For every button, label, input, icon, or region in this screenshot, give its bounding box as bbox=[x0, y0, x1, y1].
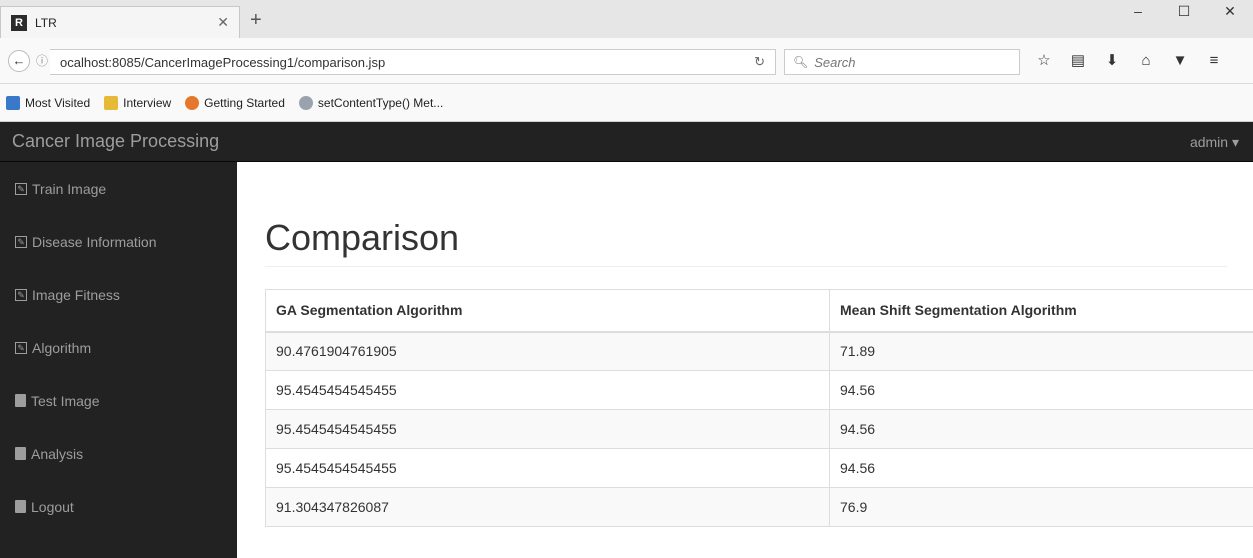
folder-icon bbox=[104, 95, 119, 110]
bookmark-label: Most Visited bbox=[25, 95, 91, 110]
ga-value-cell: 90.4761904761905 bbox=[265, 331, 830, 371]
close-tab-icon[interactable]: ✕ bbox=[217, 14, 229, 31]
sidebar-item-analysis[interactable]: Analysis bbox=[0, 427, 237, 480]
user-dropdown[interactable]: admin ▾ bbox=[1190, 134, 1239, 151]
sidebar-item-label: Disease Information bbox=[32, 233, 157, 250]
minimize-icon[interactable]: – bbox=[1115, 0, 1161, 22]
page-title: Comparison bbox=[265, 217, 460, 258]
ga-value-cell: 95.4545454545455 bbox=[265, 448, 830, 488]
reading-list-icon[interactable]: ▤ bbox=[1068, 50, 1088, 72]
bookmark-interview[interactable]: Interview bbox=[104, 95, 172, 110]
bookmark-star-icon[interactable]: ☆ bbox=[1034, 50, 1054, 72]
file-icon bbox=[15, 447, 26, 460]
browser-toolbar-icons: ☆ ▤ ⬇ ⌂ ▼ ≡ bbox=[1034, 50, 1224, 72]
address-bar[interactable]: ocalhost:8085/CancerImageProcessing1/com… bbox=[50, 49, 776, 75]
file-icon bbox=[15, 394, 26, 407]
maximize-icon[interactable]: ☐ bbox=[1161, 0, 1207, 22]
ga-value-cell: 95.4545454545455 bbox=[265, 409, 830, 449]
window-controls: – ☐ ✕ bbox=[1115, 0, 1253, 22]
table-row: 95.4545454545455 94.56 bbox=[265, 370, 1253, 410]
sidebar-item-train-image[interactable]: ✎ Train Image bbox=[0, 162, 237, 215]
bookmarks-bar: Most Visited Interview Getting Started s… bbox=[0, 84, 1253, 122]
browser-tab[interactable]: R LTR ✕ bbox=[0, 6, 240, 38]
firefox-icon bbox=[185, 95, 200, 110]
search-input[interactable] bbox=[814, 54, 1005, 70]
sidebar-item-logout[interactable]: Logout bbox=[0, 480, 237, 533]
title-divider bbox=[265, 266, 1227, 267]
bookmark-most-visited[interactable]: Most Visited bbox=[6, 95, 91, 110]
url-text: ocalhost:8085/CancerImageProcessing1/com… bbox=[60, 54, 386, 70]
mean-shift-value-cell: 76.9 bbox=[829, 487, 1253, 527]
bookmark-getting-started[interactable]: Getting Started bbox=[185, 95, 285, 110]
sidebar-item-image-fitness[interactable]: ✎ Image Fitness bbox=[0, 268, 237, 321]
brand-title[interactable]: Cancer Image Processing bbox=[12, 131, 219, 152]
mean-shift-value-cell: 94.56 bbox=[829, 448, 1253, 488]
site-info-icon[interactable]: ⓘ bbox=[36, 52, 48, 69]
menu-icon[interactable]: ≡ bbox=[1204, 50, 1224, 72]
pocket-icon[interactable]: ▼ bbox=[1170, 50, 1190, 72]
sidebar-item-label: Analysis bbox=[31, 445, 84, 462]
app-navbar: Cancer Image Processing admin ▾ bbox=[0, 122, 1253, 162]
sidebar: ✎ Train Image ✎ Disease Information ✎ Im… bbox=[0, 162, 237, 558]
search-box[interactable]: 🔍︎ bbox=[784, 49, 1020, 75]
edit-icon: ✎ bbox=[15, 288, 27, 301]
browser-toolbar: ← ⓘ ocalhost:8085/CancerImageProcessing1… bbox=[0, 38, 1253, 84]
sidebar-item-algorithm[interactable]: ✎ Algorithm bbox=[0, 321, 237, 374]
tab-title: LTR bbox=[35, 15, 57, 30]
bookmark-setcontenttype[interactable]: setContentType() Met... bbox=[298, 95, 444, 110]
mean-shift-value-cell: 94.56 bbox=[829, 409, 1253, 449]
bookmark-label: setContentType() Met... bbox=[317, 95, 444, 110]
home-icon[interactable]: ⌂ bbox=[1136, 50, 1156, 72]
close-window-icon[interactable]: ✕ bbox=[1207, 0, 1253, 22]
table-row: 90.4761904761905 71.89 bbox=[265, 331, 1253, 371]
sidebar-item-disease-information[interactable]: ✎ Disease Information bbox=[0, 215, 237, 268]
mean-shift-value-cell: 94.56 bbox=[829, 370, 1253, 410]
browser-tab-bar: R LTR ✕ + – ☐ ✕ bbox=[0, 0, 1253, 38]
sidebar-item-label: Test Image bbox=[31, 392, 100, 409]
new-tab-button[interactable]: + bbox=[250, 10, 262, 30]
file-icon bbox=[15, 500, 26, 513]
site-favicon-icon: R bbox=[11, 14, 27, 31]
column-header-mean-shift: Mean Shift Segmentation Algorithm bbox=[829, 289, 1253, 333]
table-header-row: GA Segmentation Algorithm Mean Shift Seg… bbox=[265, 289, 1253, 333]
download-icon[interactable]: ⬇ bbox=[1102, 50, 1122, 72]
edit-icon: ✎ bbox=[15, 182, 27, 195]
column-header-ga: GA Segmentation Algorithm bbox=[265, 289, 830, 333]
main-content: Comparison GA Segmentation Algorithm Mea… bbox=[237, 162, 1253, 558]
most-visited-icon bbox=[6, 95, 20, 110]
mean-shift-value-cell: 71.89 bbox=[829, 331, 1253, 371]
table-row: 91.304347826087 76.9 bbox=[265, 487, 1253, 527]
reload-icon[interactable]: ↻ bbox=[754, 54, 765, 70]
edit-icon: ✎ bbox=[15, 235, 27, 248]
sidebar-item-label: Train Image bbox=[32, 180, 107, 197]
table-row: 95.4545454545455 94.56 bbox=[265, 409, 1253, 449]
search-icon: 🔍︎ bbox=[793, 55, 809, 69]
sidebar-item-label: Algorithm bbox=[32, 339, 92, 356]
ga-value-cell: 91.304347826087 bbox=[265, 487, 830, 527]
globe-icon bbox=[298, 95, 313, 110]
table-row: 95.4545454545455 94.56 bbox=[265, 448, 1253, 488]
back-button[interactable]: ← bbox=[8, 50, 30, 72]
sidebar-item-test-image[interactable]: Test Image bbox=[0, 374, 237, 427]
bookmark-label: Getting Started bbox=[204, 95, 285, 110]
edit-icon: ✎ bbox=[15, 341, 27, 354]
comparison-table: GA Segmentation Algorithm Mean Shift Seg… bbox=[265, 289, 1253, 527]
sidebar-item-label: Image Fitness bbox=[32, 286, 120, 303]
bookmark-label: Interview bbox=[123, 95, 172, 110]
ga-value-cell: 95.4545454545455 bbox=[265, 370, 830, 410]
sidebar-item-label: Logout bbox=[31, 498, 74, 515]
